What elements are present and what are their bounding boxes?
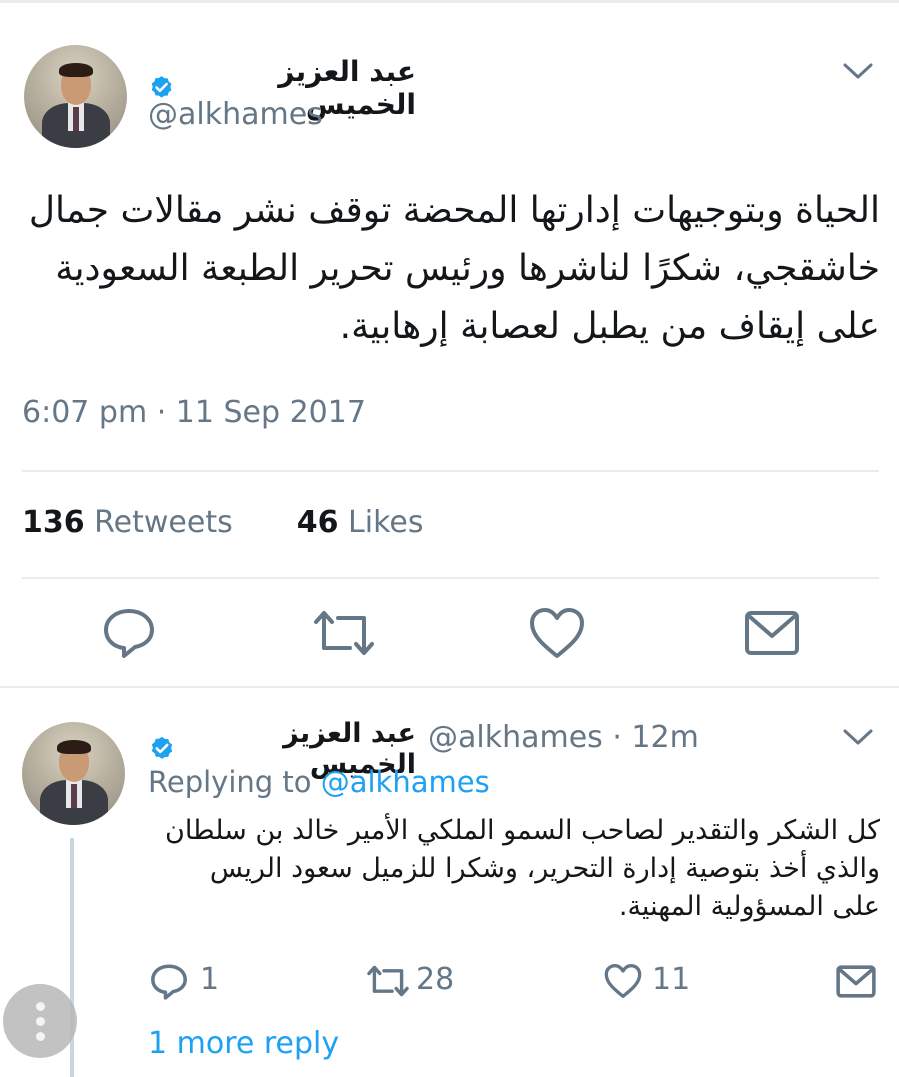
dot: [35, 1016, 45, 1026]
replying-to: Replying to @alkhames: [148, 765, 490, 799]
tweet-text: الحياة وبتوجيهات إدارتها المحضة توقف نشر…: [28, 190, 880, 347]
envelope-icon[interactable]: [836, 965, 876, 998]
heart-icon[interactable]: [528, 606, 586, 660]
more-options-icon[interactable]: [3, 984, 77, 1058]
retweets-label: Retweets: [94, 505, 233, 540]
reply-icon[interactable]: [102, 605, 156, 659]
envelope-icon[interactable]: [744, 610, 800, 656]
more-replies-link[interactable]: 1 more reply: [148, 1026, 339, 1061]
avatar[interactable]: [24, 45, 127, 148]
engagement-stats: 136 Retweets 46 Likes: [22, 505, 423, 540]
top-divider: [0, 0, 899, 3]
reply-icon[interactable]: [150, 962, 188, 1000]
replying-prefix: Replying to: [148, 765, 312, 799]
replying-to-link[interactable]: @alkhames: [321, 765, 490, 799]
reply-text: كل الشكر والتقدير لصاحب السمو الملكي الأ…: [164, 815, 880, 922]
reply-handle-time[interactable]: @alkhames · 12m: [428, 720, 699, 755]
likes-label: Likes: [348, 505, 424, 540]
section-divider: [0, 686, 899, 688]
retweets-count: 136: [22, 505, 85, 540]
divider: [22, 470, 879, 472]
heart-icon[interactable]: [603, 963, 643, 999]
dot: [35, 1031, 45, 1041]
divider: [22, 577, 879, 579]
author-handle[interactable]: @alkhames: [148, 97, 323, 132]
chevron-down-icon[interactable]: [842, 60, 874, 82]
likes-stat[interactable]: 46 Likes: [297, 505, 424, 540]
retweet-count: 28: [416, 962, 455, 997]
reply-avatar[interactable]: [22, 722, 125, 825]
retweet-icon[interactable]: [366, 964, 410, 998]
retweet-icon[interactable]: [312, 608, 376, 658]
chevron-down-icon[interactable]: [842, 726, 874, 748]
retweets-stat[interactable]: 136 Retweets: [22, 505, 233, 540]
like-count: 11: [652, 962, 691, 997]
reply-count: 1: [200, 962, 220, 997]
likes-count: 46: [296, 505, 339, 540]
dot: [35, 1001, 45, 1011]
verified-badge-icon: [151, 736, 173, 759]
tweet-timestamp[interactable]: 6:07 pm · 11 Sep 2017: [22, 395, 366, 430]
